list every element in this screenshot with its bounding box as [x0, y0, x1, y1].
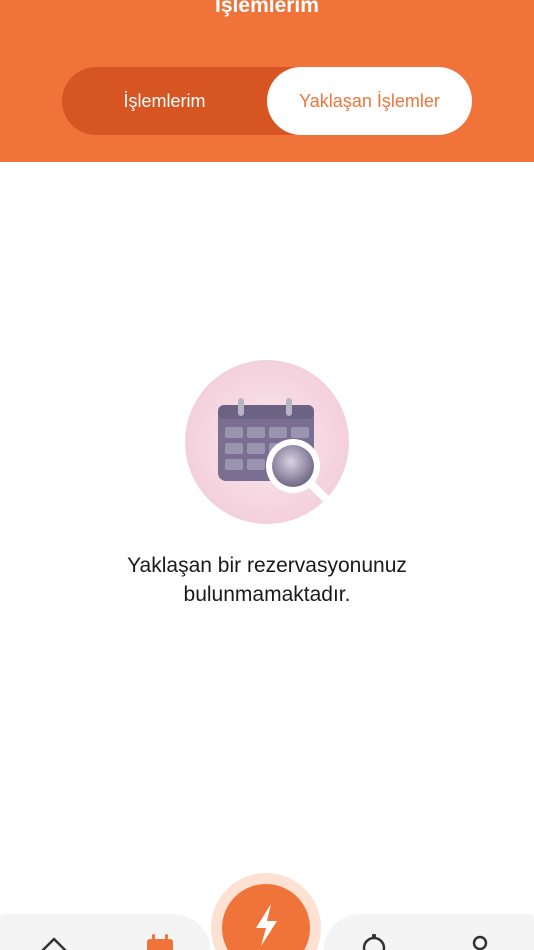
location-icon: [468, 935, 492, 950]
notification-icon: [360, 934, 388, 950]
tab-islemlerim[interactable]: İşlemlerim: [62, 67, 267, 135]
page-title: İşlemlerim: [215, 0, 319, 17]
lightning-icon: [250, 902, 282, 950]
calendar-icon: [145, 934, 175, 950]
empty-message-line-1: Yaklaşan bir rezervasyonunuz: [127, 554, 407, 577]
tab-yaklasan-islemler[interactable]: Yaklaşan İşlemler: [267, 67, 472, 135]
tab-home[interactable]: [38, 934, 70, 950]
empty-state-message: Yaklaşan bir rezervasyonunuz bulunmamakt…: [40, 551, 494, 609]
home-icon: [38, 937, 70, 950]
tab-notifications[interactable]: [360, 934, 388, 950]
empty-message-line-2: bulunmamaktadır.: [183, 583, 351, 606]
tab-location[interactable]: [468, 934, 492, 950]
segmented-control: İşlemlerim Yaklaşan İşlemler: [62, 67, 472, 135]
header: İşlemlerim İşlemlerim Yaklaşan İşlemler: [0, 0, 534, 162]
empty-calendar-illustration: [185, 360, 349, 524]
tab-calendar[interactable]: [145, 934, 175, 950]
